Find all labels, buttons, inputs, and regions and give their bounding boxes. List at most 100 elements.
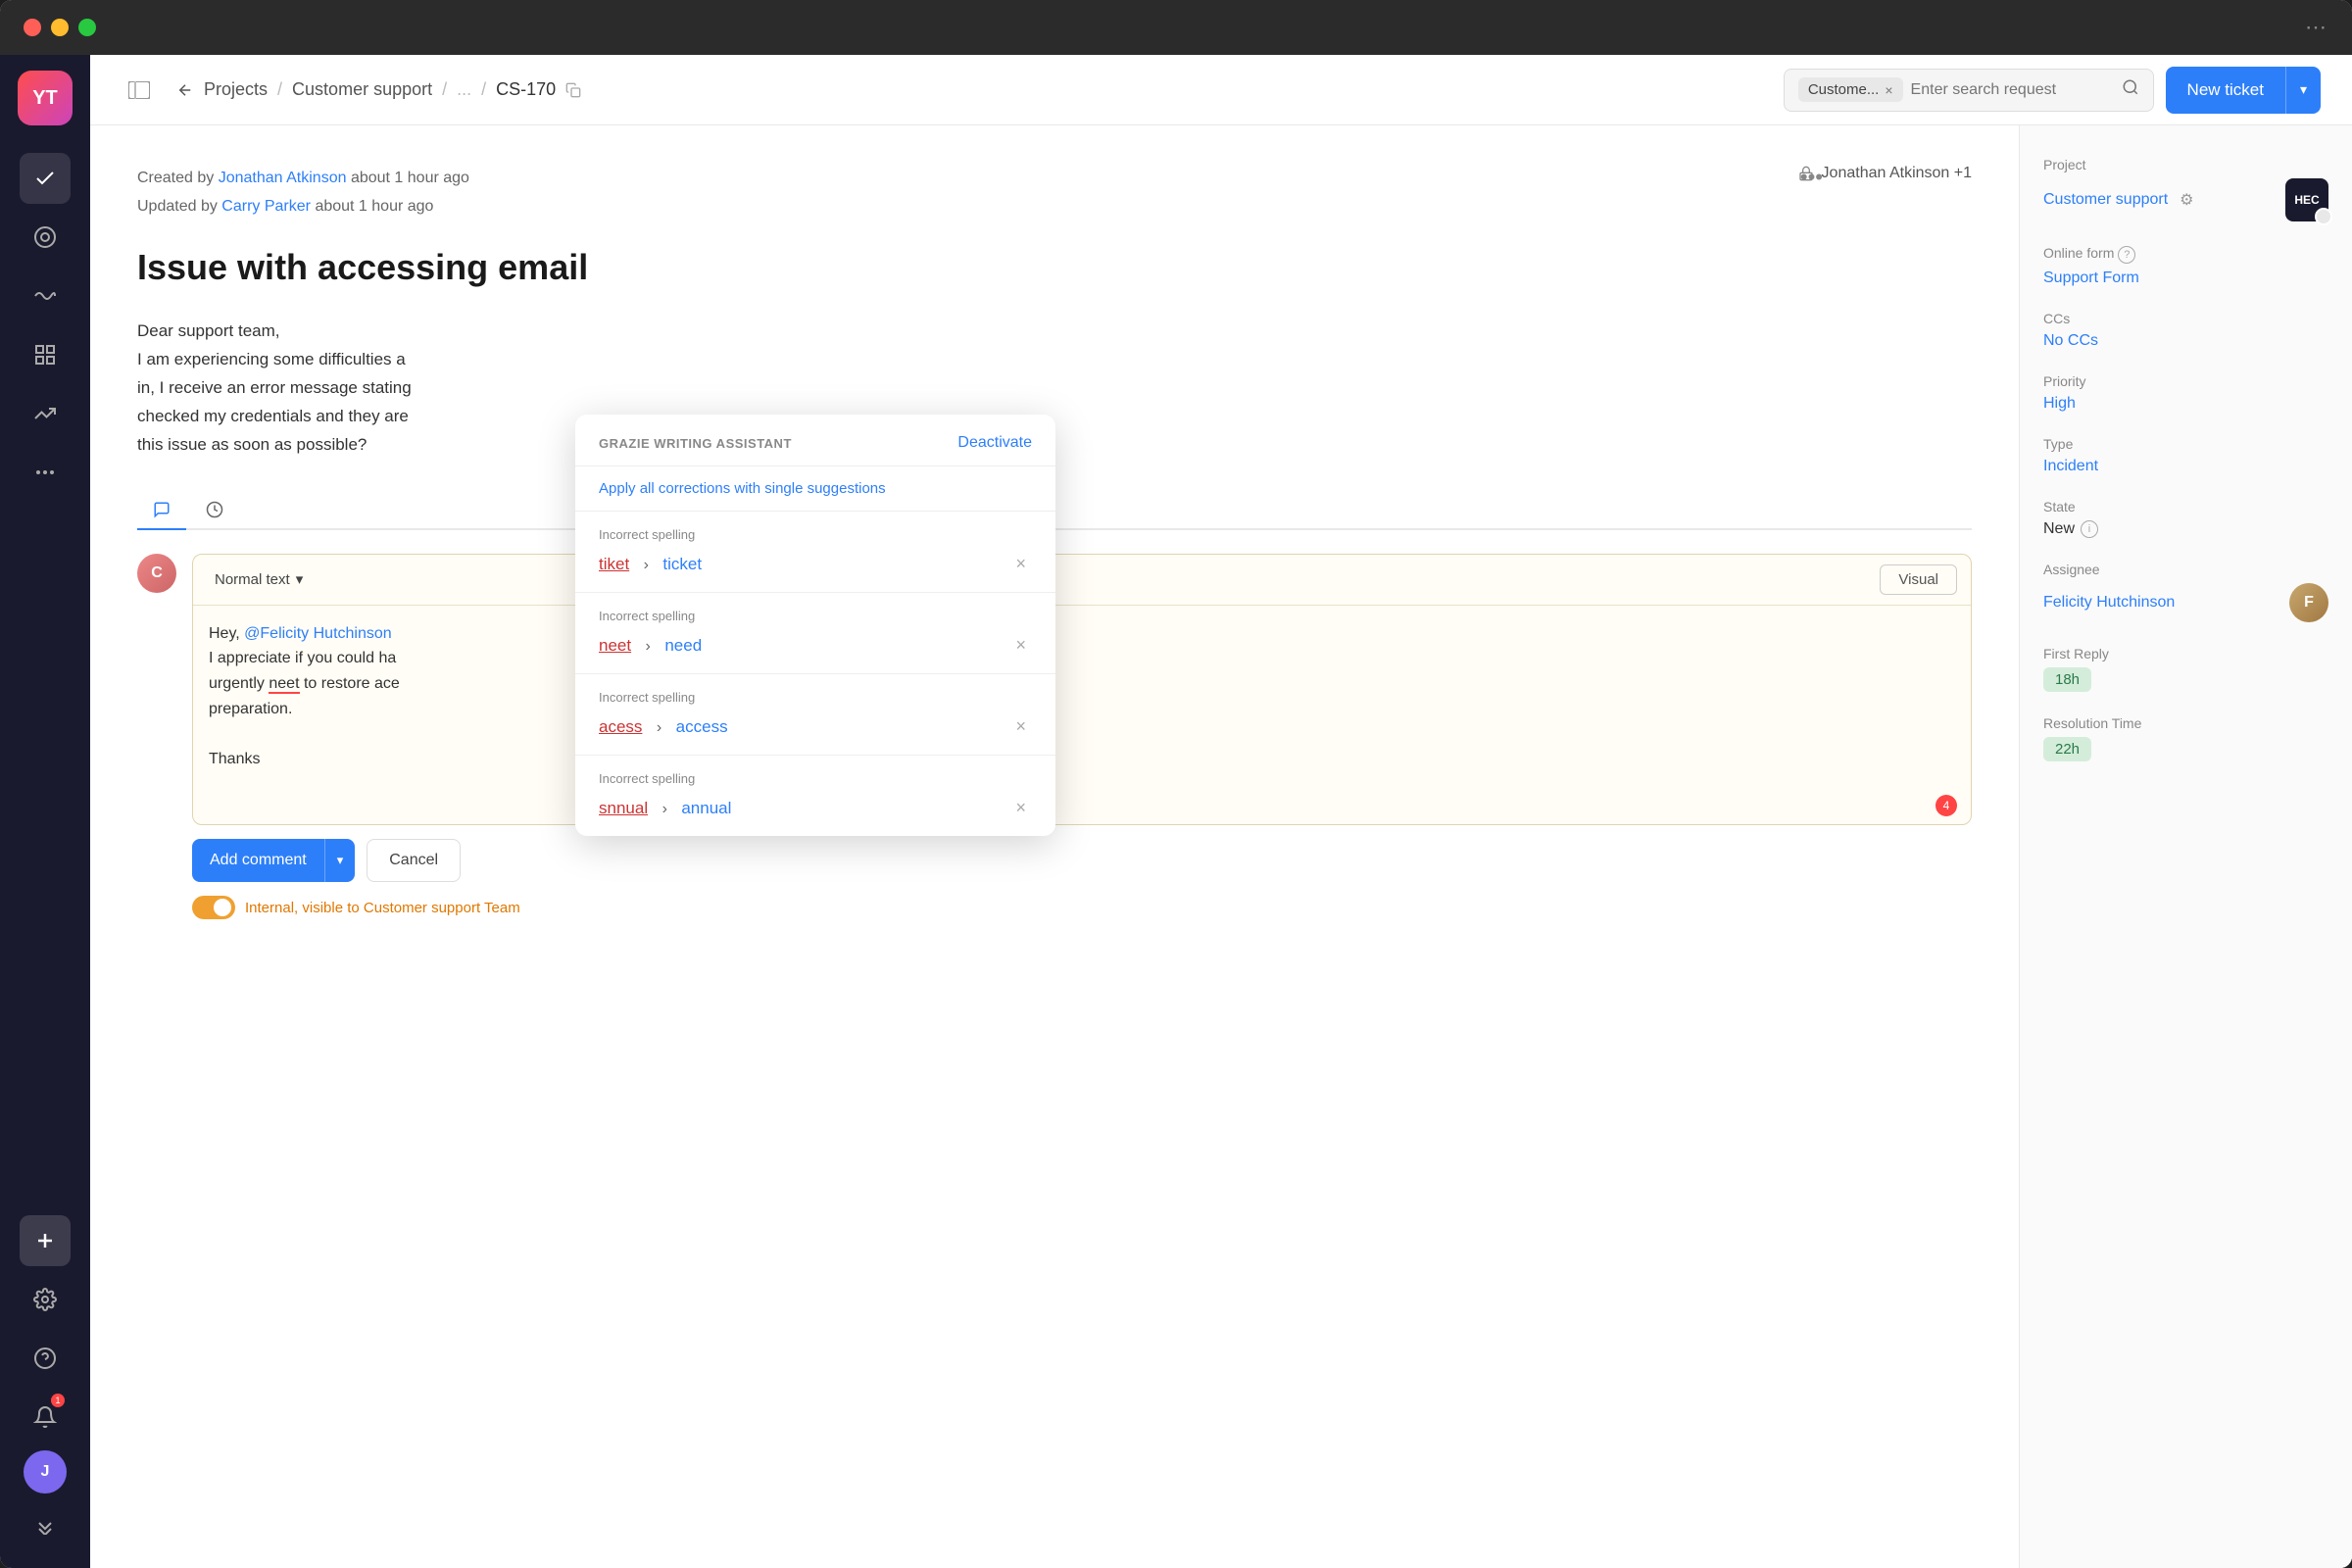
- type-value[interactable]: Incident: [2043, 458, 2328, 475]
- search-bar: Custome... ×: [1784, 69, 2154, 112]
- project-value[interactable]: Customer support: [2043, 191, 2168, 209]
- search-icon[interactable]: [2122, 78, 2139, 101]
- spelling-correction-1: neet › need ×: [599, 633, 1032, 658]
- spelling-label-2: Incorrect spelling: [599, 690, 1032, 705]
- sidebar-section-ccs: CCs No CCs: [2043, 311, 2328, 350]
- maximize-dot[interactable]: [78, 19, 96, 36]
- tab-comments[interactable]: [137, 491, 186, 530]
- priority-label: Priority: [2043, 373, 2328, 389]
- spelling-dismiss-0[interactable]: ×: [1009, 552, 1032, 576]
- state-info-icon[interactable]: i: [2081, 520, 2098, 538]
- ticket-updated-line: Updated by Carry Parker about 1 hour ago: [137, 193, 1972, 221]
- assignee-row: Felicity Hutchinson F: [2043, 583, 2328, 622]
- spelling-arrow-0: ›: [644, 557, 649, 573]
- add-comment-button[interactable]: Add comment ▾: [192, 839, 355, 882]
- comment-editor: Normal text ▾ Visual Hey, @Felicity Hutc…: [192, 554, 1972, 826]
- spelling-correction-text-1: neet › need: [599, 636, 702, 656]
- grazie-popup: GRAZIE WRITING ASSISTANT Deactivate Appl…: [575, 415, 1055, 836]
- visual-mode-button[interactable]: Visual: [1880, 564, 1957, 595]
- grazie-apply-all-button[interactable]: Apply all corrections with single sugges…: [575, 466, 1055, 512]
- add-comment-dropdown-icon[interactable]: ▾: [325, 839, 356, 882]
- ticket-created-by[interactable]: Jonathan Atkinson: [219, 170, 347, 186]
- close-dot[interactable]: [24, 19, 41, 36]
- editor-content-preparation: preparation.: [209, 701, 292, 717]
- sidebar-icons: YT: [0, 55, 90, 1568]
- sidebar-item-help[interactable]: [20, 1333, 71, 1384]
- sidebar-item-wave[interactable]: [20, 270, 71, 321]
- assignee-value[interactable]: Felicity Hutchinson: [2043, 594, 2175, 612]
- minimize-dot[interactable]: [51, 19, 69, 36]
- ticket-body-line2: I am experiencing some difficulties a: [137, 346, 1972, 374]
- editor-toolbar: Normal text ▾ Visual: [193, 555, 1971, 606]
- cancel-button[interactable]: Cancel: [367, 839, 461, 882]
- sidebar-item-check[interactable]: [20, 153, 71, 204]
- sidebar-item-settings[interactable]: [20, 1274, 71, 1325]
- sidebar-item-target[interactable]: [20, 212, 71, 263]
- back-icon[interactable]: [176, 81, 194, 99]
- new-ticket-button[interactable]: New ticket ▾: [2166, 67, 2321, 114]
- spelling-dismiss-2[interactable]: ×: [1009, 714, 1032, 739]
- spelling-from-2: acess: [599, 717, 642, 736]
- state-label: State: [2043, 499, 2328, 514]
- sidebar-item-grid[interactable]: [20, 329, 71, 380]
- comments-tab-icon: [153, 501, 171, 518]
- history-tab-icon: [206, 501, 223, 518]
- editor-content-greeting: Hey,: [209, 625, 244, 642]
- titlebar: ⋯: [0, 0, 2352, 55]
- text-format-chevron: ▾: [296, 570, 304, 588]
- resolution-label: Resolution Time: [2043, 715, 2328, 731]
- spelling-label-1: Incorrect spelling: [599, 609, 1032, 623]
- search-chip-label: Custome...: [1808, 81, 1880, 98]
- internal-toggle: Internal, visible to Customer support Te…: [192, 896, 1972, 919]
- project-label: Project: [2043, 157, 2328, 172]
- breadcrumb-sep1: /: [277, 79, 282, 100]
- logo-text: YT: [32, 87, 58, 110]
- sidebar-toggle-button[interactable]: [122, 73, 157, 108]
- sidebar-section-assignee: Assignee Felicity Hutchinson F: [2043, 562, 2328, 622]
- sidebar-item-add[interactable]: [20, 1215, 71, 1266]
- spelling-to-2: access: [676, 717, 728, 736]
- right-sidebar: Project Customer support ⚙ HEC: [2019, 125, 2352, 1568]
- titlebar-more-icon: ⋯: [2305, 15, 2328, 40]
- spelling-dismiss-3[interactable]: ×: [1009, 796, 1032, 820]
- user-avatar[interactable]: J: [24, 1450, 67, 1494]
- text-format-select[interactable]: Normal text ▾: [207, 566, 311, 592]
- spelling-arrow-2: ›: [657, 719, 662, 736]
- editor-content-urgently: urgently: [209, 675, 269, 692]
- state-value[interactable]: New i: [2043, 520, 2098, 538]
- editor-mention[interactable]: @Felicity Hutchinson: [244, 625, 392, 642]
- project-settings-icon[interactable]: ⚙: [2180, 190, 2193, 210]
- new-ticket-dropdown-icon[interactable]: ▾: [2286, 67, 2321, 114]
- search-input[interactable]: [1911, 81, 2114, 99]
- spelling-arrow-1: ›: [646, 638, 651, 655]
- search-chip[interactable]: Custome... ×: [1798, 77, 1903, 102]
- app-logo[interactable]: YT: [18, 71, 73, 125]
- grazie-header: GRAZIE WRITING ASSISTANT Deactivate: [575, 415, 1055, 466]
- spelling-dismiss-1[interactable]: ×: [1009, 633, 1032, 658]
- more-options-button[interactable]: •••: [1800, 165, 1823, 190]
- ccs-value[interactable]: No CCs: [2043, 332, 2328, 350]
- spelling-to-3: annual: [681, 799, 731, 817]
- search-chip-close[interactable]: ×: [1885, 82, 1892, 98]
- spelling-from-1: neet: [599, 636, 631, 655]
- online-form-info-icon[interactable]: ?: [2118, 246, 2135, 264]
- copy-icon[interactable]: [565, 82, 581, 98]
- sidebar-item-chart[interactable]: [20, 388, 71, 439]
- internal-toggle-switch[interactable]: [192, 896, 235, 919]
- sidebar-item-collapse[interactable]: [20, 1501, 71, 1552]
- ticket-updated-by[interactable]: Carry Parker: [221, 198, 311, 215]
- first-reply-value: 18h: [2043, 667, 2091, 692]
- breadcrumb-project[interactable]: Customer support: [292, 79, 432, 100]
- online-form-value[interactable]: Support Form: [2043, 270, 2328, 287]
- breadcrumb-projects[interactable]: Projects: [204, 79, 268, 100]
- grazie-deactivate-button[interactable]: Deactivate: [957, 434, 1032, 452]
- sidebar-section-online-form: Online form ? Support Form: [2043, 245, 2328, 287]
- tab-history[interactable]: [190, 491, 239, 530]
- editor-actions: Add comment ▾ Cancel: [192, 839, 1972, 882]
- project-logo: HEC: [2285, 178, 2328, 221]
- sidebar-item-notifications[interactable]: 1: [20, 1392, 71, 1443]
- sidebar-item-more[interactable]: [20, 447, 71, 498]
- editor-content[interactable]: Hey, @Felicity Hutchinson I appreciate i…: [193, 606, 1971, 788]
- app-window: ⋯ YT: [0, 0, 2352, 1568]
- priority-value[interactable]: High: [2043, 395, 2328, 413]
